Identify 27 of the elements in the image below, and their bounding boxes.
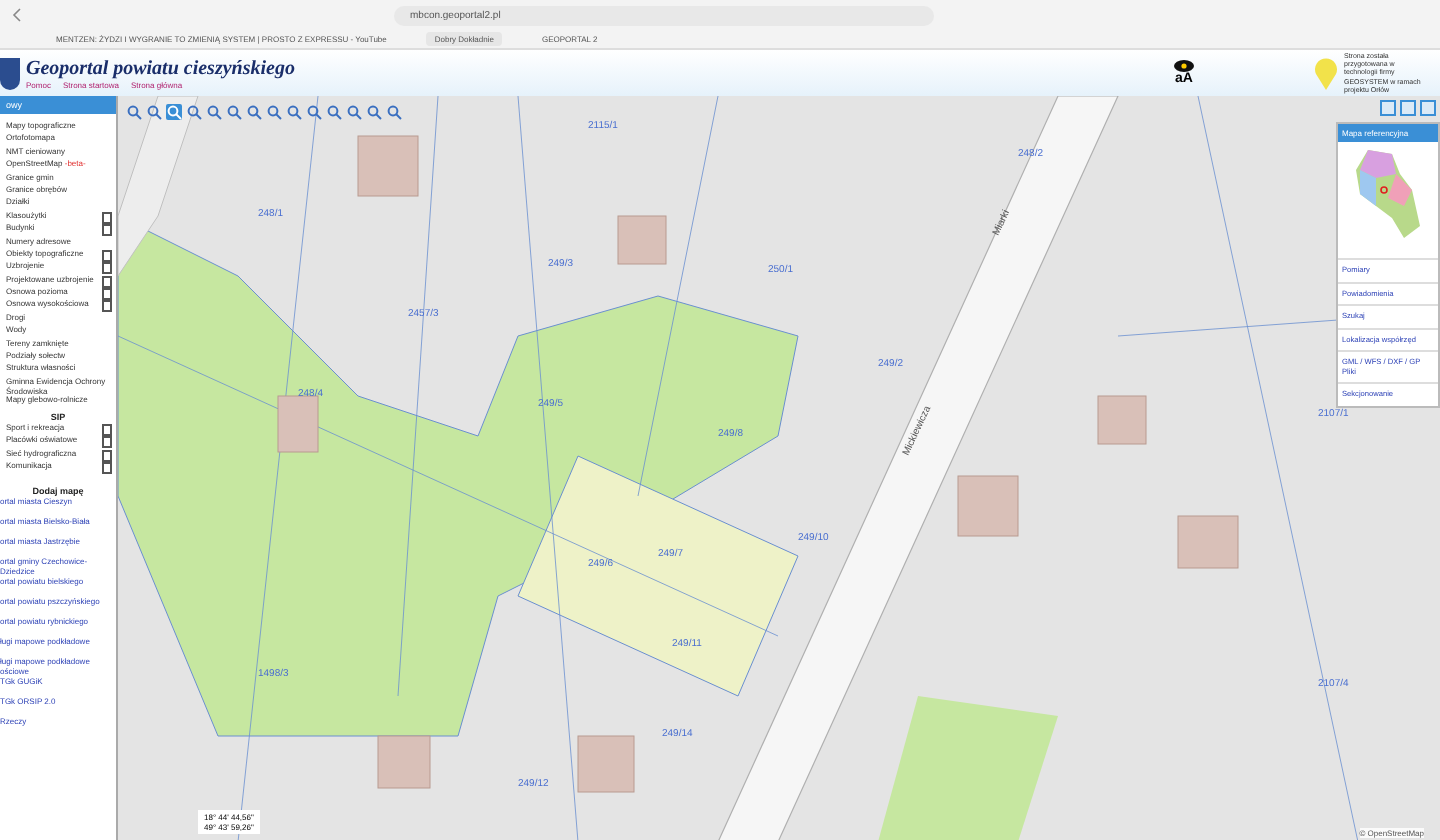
document-icon[interactable] (102, 423, 112, 436)
document-icon[interactable] (102, 211, 112, 224)
building (577, 735, 635, 793)
document-icon[interactable] (102, 461, 112, 474)
building (1097, 395, 1147, 445)
back-icon[interactable] (12, 8, 22, 22)
reference-map-drawing[interactable] (1352, 146, 1424, 242)
building (277, 395, 319, 453)
document-icon[interactable] (102, 224, 112, 237)
document-icon[interactable] (102, 436, 112, 449)
document-icon[interactable] (102, 249, 112, 262)
zoom-out-tool[interactable] (146, 104, 162, 120)
document-icon[interactable] (102, 288, 112, 301)
document-icon[interactable] (102, 275, 112, 288)
building (377, 735, 431, 789)
document-icon[interactable] (102, 449, 112, 462)
eye-icon[interactable] (1174, 60, 1194, 72)
building (357, 135, 419, 197)
document-icon[interactable] (102, 262, 112, 275)
document-icon[interactable] (102, 300, 112, 313)
building (1177, 515, 1239, 569)
site-title: Geoportal powiatu cieszyńskiego (26, 57, 295, 79)
crest-icon (0, 57, 20, 89)
building (617, 215, 667, 265)
building (957, 475, 1019, 537)
map-pin-icon (1314, 57, 1338, 89)
zoom-in-tool[interactable] (126, 104, 142, 120)
